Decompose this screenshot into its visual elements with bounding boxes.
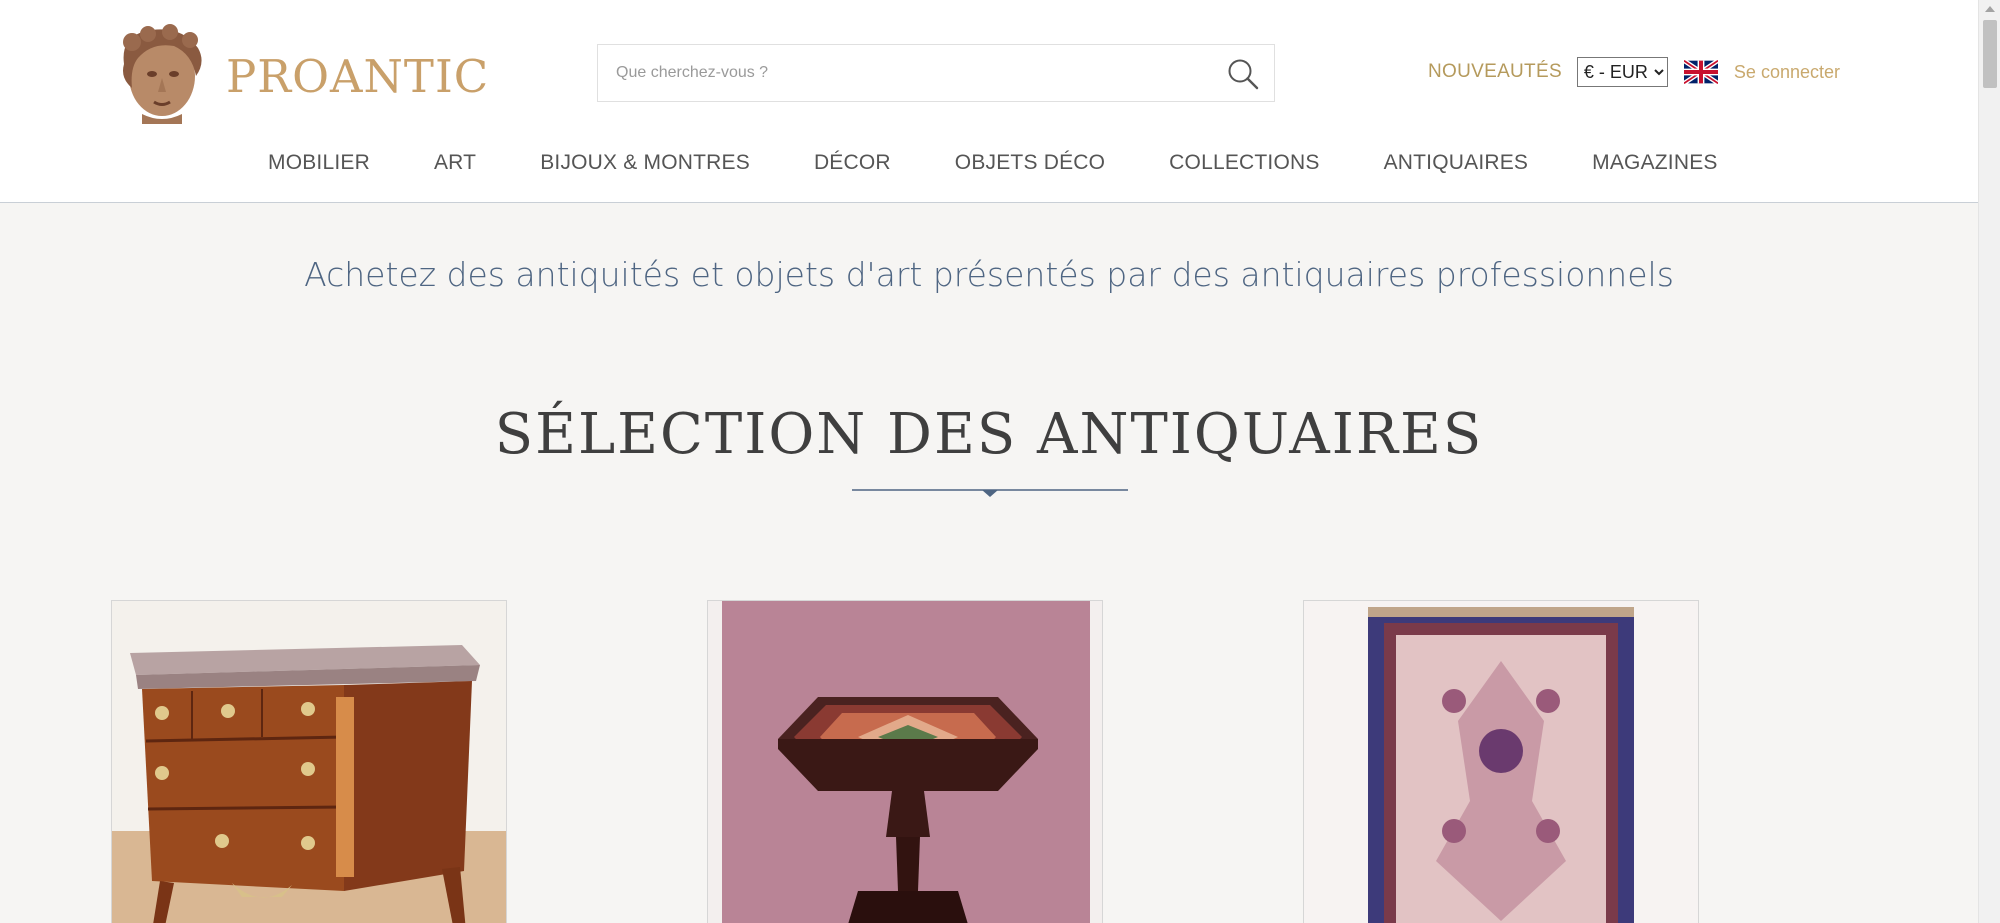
- nav-item-mobilier[interactable]: MOBILIER: [268, 151, 370, 175]
- search-icon: [1228, 59, 1259, 90]
- logo-text: PROANTIC: [226, 50, 490, 103]
- selection-cards: [111, 600, 1831, 923]
- nav-item-decor[interactable]: DÉCOR: [814, 151, 891, 175]
- nav-item-magazines[interactable]: MAGAZINES: [1592, 151, 1717, 175]
- search-input[interactable]: [616, 45, 1196, 101]
- commode-image: [112, 601, 506, 923]
- search-bar: [597, 44, 1275, 102]
- scroll-up-arrow-icon[interactable]: [1985, 6, 1995, 12]
- tagline: Achetez des antiquités et objets d'art p…: [304, 255, 1674, 294]
- page-scrollbar[interactable]: [1978, 0, 2000, 923]
- header-tools: NOUVEAUTÉS € - EUR Se connecter: [1428, 56, 1840, 88]
- currency-select[interactable]: € - EUR: [1576, 57, 1668, 87]
- nav-item-collections[interactable]: COLLECTIONS: [1169, 151, 1319, 175]
- pietra-dura-table-image: [708, 601, 1102, 923]
- main-nav: MOBILIER ART BIJOUX & MONTRES DÉCOR OBJE…: [108, 124, 1848, 202]
- section-title: SÉLECTION DES ANTIQUAIRES: [494, 402, 1484, 467]
- site-logo[interactable]: PROANTIC: [108, 20, 488, 124]
- product-card[interactable]: [707, 600, 1103, 923]
- nav-item-antiquaires[interactable]: ANTIQUAIRES: [1384, 151, 1529, 175]
- uk-flag-icon[interactable]: [1683, 60, 1718, 84]
- nav-item-objets-deco[interactable]: OBJETS DÉCO: [955, 151, 1105, 175]
- nouveautes-link[interactable]: NOUVEAUTÉS: [1428, 61, 1562, 83]
- persian-rug-image: [1304, 601, 1698, 923]
- nav-item-art[interactable]: ART: [434, 151, 476, 175]
- scroll-thumb[interactable]: [1983, 20, 1997, 88]
- title-divider: [852, 489, 1128, 497]
- login-link[interactable]: Se connecter: [1734, 62, 1840, 83]
- product-card[interactable]: [1303, 600, 1699, 923]
- search-button[interactable]: [1226, 57, 1260, 91]
- site-header: PROANTIC NOUVEAUTÉS € - EUR Se connecter…: [0, 0, 1978, 203]
- nav-item-bijoux-montres[interactable]: BIJOUX & MONTRES: [540, 151, 750, 175]
- logo-head-icon: [123, 24, 202, 124]
- product-card[interactable]: [111, 600, 507, 923]
